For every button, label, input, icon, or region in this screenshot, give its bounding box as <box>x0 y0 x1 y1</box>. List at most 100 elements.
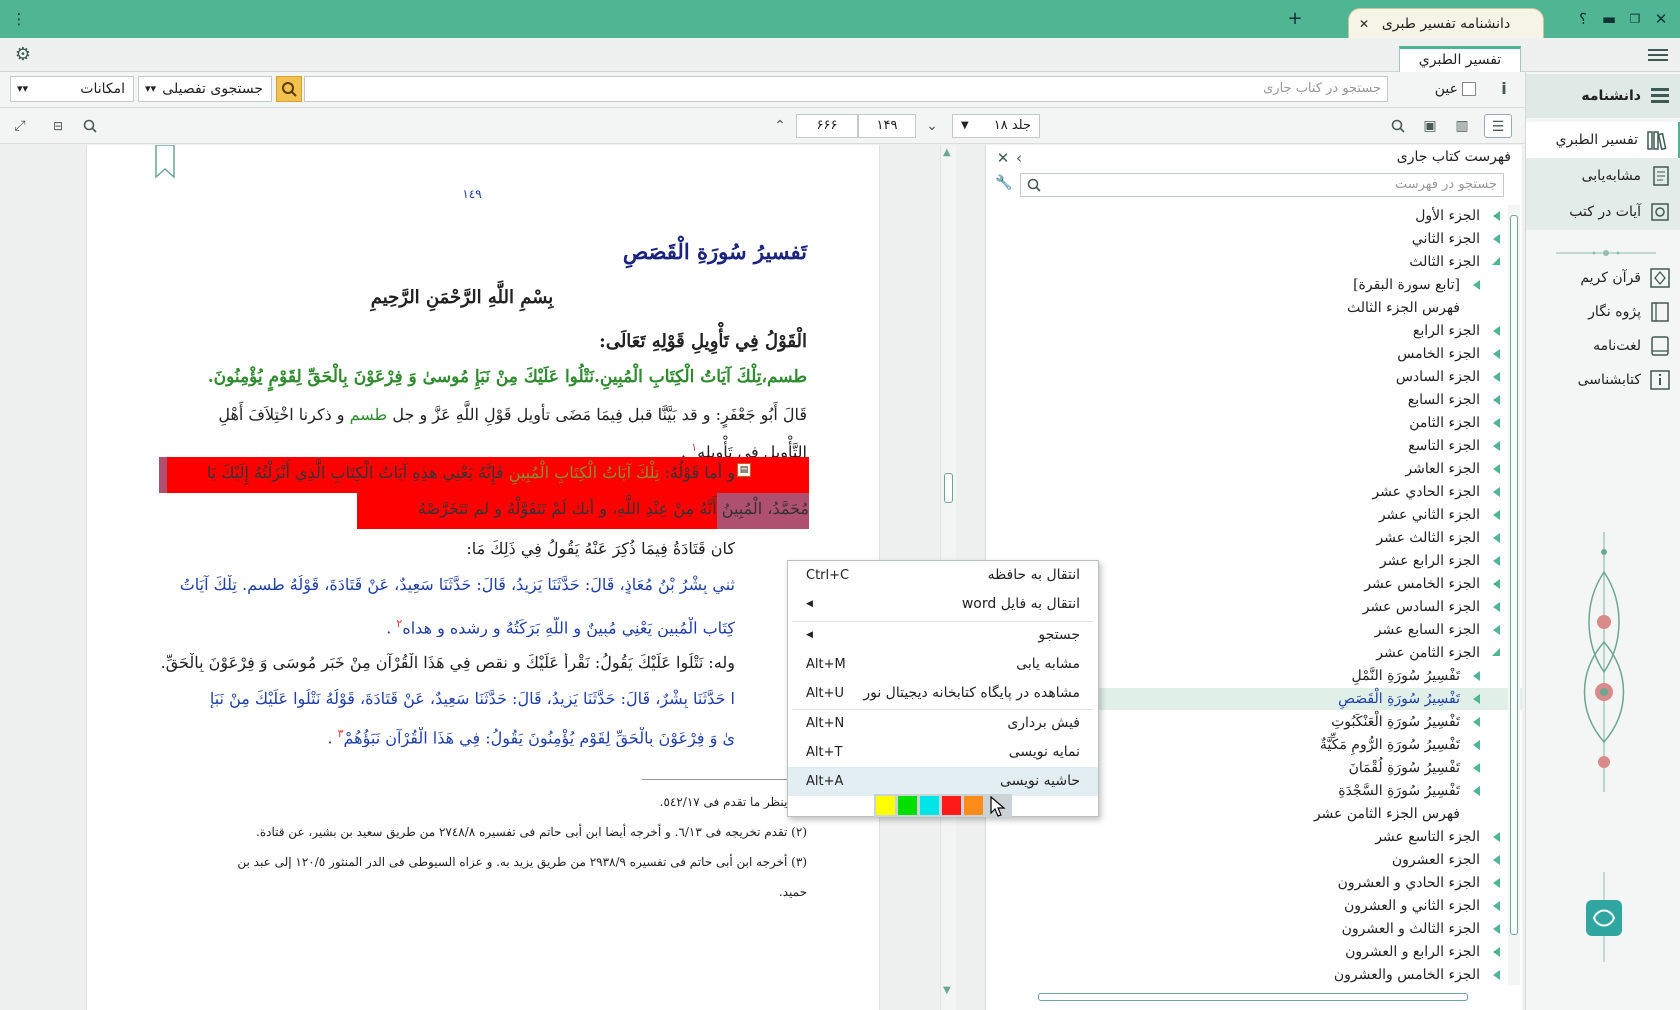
expand-arrow-icon[interactable] <box>1473 763 1480 773</box>
exact-phrase-checkbox[interactable] <box>1462 82 1476 96</box>
toc-toggle-icon[interactable]: ☰ <box>1484 114 1512 138</box>
search-go-button[interactable] <box>276 76 302 102</box>
toc-item[interactable]: الجزء الأول <box>986 205 1522 227</box>
color-swatch[interactable] <box>876 796 895 815</box>
scroll-down-icon[interactable]: ▼ <box>943 985 951 996</box>
hscroll-thumb[interactable] <box>1038 993 1468 1001</box>
sidebar-header[interactable]: دانشنامه <box>1526 74 1680 118</box>
menu-item-export-word[interactable]: انتقال به فایل word ◀ <box>788 590 1098 619</box>
toc-item[interactable]: [تابع سورة البقرة] <box>986 274 1522 296</box>
chevron-up-icon[interactable]: ⌃ <box>768 114 792 138</box>
expand-arrow-icon[interactable] <box>1493 533 1500 543</box>
color-swatch[interactable] <box>898 796 917 815</box>
app-menu-button[interactable]: ⋮ <box>8 8 30 30</box>
toc-item[interactable]: الجزء السابع <box>986 389 1522 411</box>
expand-arrow-icon[interactable] <box>1493 855 1500 865</box>
sidebar-item-tafsir[interactable]: تفسير الطبري <box>1526 122 1680 158</box>
close-tab-icon[interactable]: ✕ <box>1359 9 1369 39</box>
page-number-input[interactable]: ۱۴۹ <box>858 114 916 138</box>
expand-arrow-icon[interactable] <box>1493 924 1500 934</box>
tab-tafsir-tabari[interactable]: تفسير الطبري <box>1399 46 1521 73</box>
expand-arrow-icon[interactable] <box>1493 234 1500 244</box>
expanded-arrow-icon[interactable] <box>1492 648 1500 656</box>
color-swatch[interactable] <box>964 796 983 815</box>
expanded-arrow-icon[interactable] <box>1492 257 1500 265</box>
scroll-up-icon[interactable]: ▲ <box>943 147 951 158</box>
page-search-icon[interactable] <box>78 114 102 138</box>
menu-item-copy[interactable]: انتقال به حافظه Ctrl+C <box>788 561 1098 590</box>
expand-arrow-icon[interactable] <box>1493 832 1500 842</box>
maximize-button[interactable]: ❐ <box>1624 8 1646 30</box>
toc-item[interactable]: الجزء الثالث <box>986 251 1522 273</box>
close-panel-icon[interactable]: ✕ <box>994 149 1012 167</box>
toc-scrollbar[interactable] <box>1508 205 1520 985</box>
expand-arrow-icon[interactable] <box>1493 510 1500 520</box>
app-title-tab[interactable]: دانشنامه تفسیر طبری ✕ <box>1348 8 1544 40</box>
hamburger-menu-icon[interactable] <box>1646 44 1670 66</box>
toc-item[interactable]: الجزء الثالث و العشرون <box>986 918 1522 940</box>
toc-item[interactable]: الجزء الثاني <box>986 228 1522 250</box>
expand-arrow-icon[interactable] <box>1473 694 1480 704</box>
expand-arrow-icon[interactable] <box>1493 947 1500 957</box>
document-page[interactable]: ١٤٩ تَفسيرُ سُورَةِ الْقَصَصِ بِسْمِ الل… <box>86 145 880 1010</box>
expand-arrow-icon[interactable] <box>1493 487 1500 497</box>
expand-arrow-icon[interactable] <box>1493 901 1500 911</box>
toc-item[interactable]: الجزء الثاني و العشرون <box>986 895 1522 917</box>
scroll-thumb[interactable] <box>944 473 953 503</box>
expand-arrow-icon[interactable] <box>1493 464 1500 474</box>
toc-item[interactable]: الجزء التاسع عشر <box>986 826 1522 848</box>
menu-item-note-card[interactable]: فیش برداری Alt+N <box>788 709 1098 738</box>
toc-item[interactable]: الجزء الحادي و العشرون <box>986 872 1522 894</box>
expand-arrow-icon[interactable] <box>1473 786 1480 796</box>
sidebar-item-quran[interactable]: قرآن کریم <box>1526 260 1680 296</box>
bookmark-icon[interactable]: ▣ <box>1418 114 1442 138</box>
toc-item[interactable]: الجزء الخامس والعشرون <box>986 964 1522 986</box>
expand-arrow-icon[interactable] <box>1493 970 1500 980</box>
toc-item[interactable]: الجزء السادس <box>986 366 1522 388</box>
toc-item[interactable]: الجزء الثامن <box>986 412 1522 434</box>
menu-item-noor-library[interactable]: مشاهده در پایگاه کتابخانه دیجیتال نور Alt… <box>788 679 1098 708</box>
expand-arrow-icon[interactable] <box>1493 211 1500 221</box>
expand-arrow-icon[interactable] <box>1493 395 1500 405</box>
sidebar-item-bibliography[interactable]: کتابشناسی <box>1526 362 1680 398</box>
scroll-thumb[interactable] <box>1510 215 1518 935</box>
expand-arrow-icon[interactable] <box>1493 326 1500 336</box>
minimize-button[interactable]: ▬ <box>1598 8 1620 30</box>
toc-item[interactable]: الجزء الثالث عشر <box>986 527 1522 549</box>
toc-item[interactable]: الجزء الثاني عشر <box>986 504 1522 526</box>
expand-arrow-icon[interactable] <box>1493 349 1500 359</box>
expand-arrow-icon[interactable] <box>1493 602 1500 612</box>
sidebar-item-similar[interactable]: مشابه‌یابی <box>1526 158 1680 194</box>
toc-item[interactable]: الجزء الرابع و العشرون <box>986 941 1522 963</box>
expand-arrow-icon[interactable] <box>1493 579 1500 589</box>
expand-arrow-icon[interactable] <box>1493 625 1500 635</box>
toc-item[interactable]: الجزء الرابع <box>986 320 1522 342</box>
expand-arrow-icon[interactable] <box>1493 556 1500 566</box>
toc-search-input[interactable]: جستجو در فهرست <box>1020 173 1504 197</box>
expand-arrow-icon[interactable] <box>1473 717 1480 727</box>
menu-item-search[interactable]: جستجو ◀ <box>788 621 1098 650</box>
expand-icon[interactable]: ⤢ <box>8 114 32 138</box>
split-view-icon[interactable]: ⊟ <box>46 114 70 138</box>
toc-item[interactable]: الجزء الخامس <box>986 343 1522 365</box>
sidebar-item-dictionary[interactable]: لغت‌نامه <box>1526 328 1680 364</box>
settings-gear-icon[interactable]: ⚙ <box>12 44 34 66</box>
toc-hscrollbar[interactable] <box>998 991 1498 1003</box>
book-search-input[interactable]: جستجو در کتاب جاری <box>304 76 1388 102</box>
expand-arrow-icon[interactable] <box>1473 740 1480 750</box>
expand-arrow-icon[interactable] <box>1493 372 1500 382</box>
book-view-icon[interactable]: ▥ <box>1450 114 1474 138</box>
options-dropdown[interactable]: امکانات ▾▾ <box>10 76 134 102</box>
info-icon[interactable]: i <box>1494 78 1514 100</box>
toc-search-icon[interactable] <box>1386 114 1410 138</box>
expand-arrow-icon[interactable] <box>1493 441 1500 451</box>
close-button[interactable]: ✕ <box>1650 8 1672 30</box>
toc-item[interactable]: الجزء الحادي عشر <box>986 481 1522 503</box>
expand-arrow-icon[interactable] <box>1473 671 1480 681</box>
menu-item-similar[interactable]: مشابه یابی Alt+M <box>788 650 1098 679</box>
chevron-down-icon[interactable]: ⌄ <box>920 114 944 138</box>
help-button[interactable]: ؟ <box>1572 8 1594 30</box>
new-tab-button[interactable]: + <box>1284 8 1306 30</box>
toc-item[interactable]: الجزء العشرون <box>986 849 1522 871</box>
bookmark-ribbon-icon[interactable] <box>155 145 175 179</box>
